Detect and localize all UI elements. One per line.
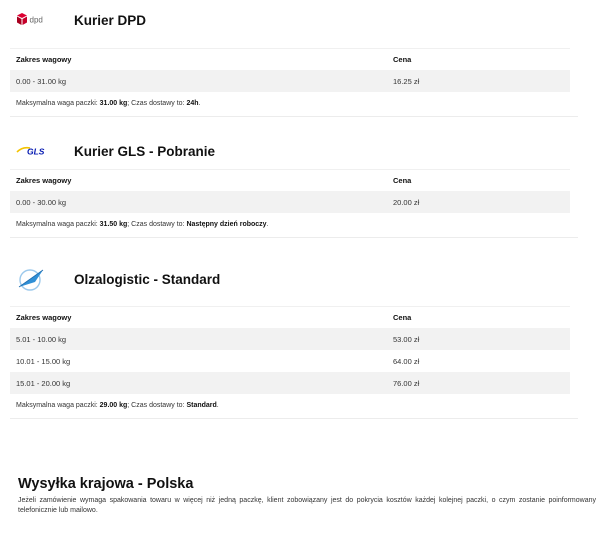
column-header-price: Cena	[387, 48, 570, 70]
max-weight-label: Maksymalna waga paczki:	[16, 402, 100, 409]
carrier-title: Olzalogistic - Standard	[74, 271, 221, 287]
gls-logo: GLS	[16, 136, 62, 166]
weight-range: 15.01 - 20.00 kg	[10, 372, 387, 394]
table-header-row: Zakres wagowy Cena	[10, 169, 570, 191]
max-weight-value: 31.50 kg	[99, 221, 128, 228]
price: 20.00 zł	[387, 191, 570, 213]
dpd-cube-icon: dpd	[17, 13, 43, 25]
carrier-header: GLS Kurier GLS - Pobranie	[10, 133, 578, 169]
section-description: Jeżeli zamówienie wymaga spakowania towa…	[18, 497, 596, 514]
delivery-time-label: ; Czas dostawy to:	[127, 402, 187, 409]
domestic-shipping-section: Wysyłka krajowa - Polska Jeżeli zamówien…	[18, 476, 596, 516]
table-row: 10.01 - 15.00 kg 64.00 zł	[10, 350, 570, 372]
carrier-dpd: dpd Kurier DPD Zakres wagowy Cena 0.00 -…	[10, 2, 578, 117]
gls-logo-text: GLS	[27, 147, 45, 157]
rates-table: Zakres wagowy Cena 5.01 - 10.00 kg 53.00…	[10, 306, 570, 394]
gls-logo-icon: GLS	[16, 147, 45, 157]
delivery-time-value: 24h	[186, 100, 199, 107]
max-weight-label: Maksymalna waga paczki:	[16, 221, 100, 228]
table-header-row: Zakres wagowy Cena	[10, 48, 570, 70]
rates-table: Zakres wagowy Cena 0.00 - 31.00 kg 16.25…	[10, 48, 570, 92]
column-header-price: Cena	[387, 306, 570, 328]
table-row: 0.00 - 30.00 kg 20.00 zł	[10, 191, 570, 213]
price: 64.00 zł	[393, 356, 420, 366]
table-header-row: Zakres wagowy Cena	[10, 306, 570, 328]
carrier-header: Olzalogistic - Standard	[10, 261, 578, 297]
max-weight-value: 31.00 kg	[99, 100, 128, 107]
price: 76.00 zł	[387, 372, 570, 394]
section-title: Wysyłka krajowa - Polska	[18, 476, 194, 492]
carrier-header: dpd Kurier DPD	[10, 2, 578, 38]
delivery-time-value: Następny dzień roboczy	[186, 221, 267, 228]
delivery-note: Maksymalna waga paczki: 31.50 kg; Czas d…	[10, 213, 578, 238]
carrier-olzalogistic: Olzalogistic - Standard Zakres wagowy Ce…	[10, 261, 578, 419]
note-end: .	[266, 221, 269, 228]
table-row: 5.01 - 10.00 kg 53.00 zł	[10, 328, 570, 350]
carrier-gls: GLS Kurier GLS - Pobranie Zakres wagowy …	[10, 133, 578, 238]
price: 53.00 zł	[387, 328, 570, 350]
column-header-range: Zakres wagowy	[10, 48, 387, 70]
delivery-time-label: ; Czas dostawy to:	[127, 221, 187, 228]
delivery-time-value: Standard	[186, 402, 217, 409]
shipping-page: dpd Kurier DPD Zakres wagowy Cena 0.00 -…	[0, 0, 600, 540]
delivery-time-label: ; Czas dostawy to:	[127, 100, 187, 107]
price: 16.25 zł	[387, 70, 570, 92]
table-row: 15.01 - 20.00 kg 76.00 zł	[10, 372, 570, 394]
dpd-logo: dpd	[16, 5, 62, 35]
column-header-range: Zakres wagowy	[10, 169, 387, 191]
note-end: .	[198, 100, 201, 107]
max-weight-value: 29.00 kg	[99, 402, 128, 409]
delivery-note: Maksymalna waga paczki: 31.00 kg; Czas d…	[10, 92, 578, 117]
olzalogistic-plane-icon	[18, 269, 44, 291]
weight-range: 5.01 - 10.00 kg	[10, 328, 387, 350]
delivery-note: Maksymalna waga paczki: 29.00 kg; Czas d…	[10, 394, 578, 419]
weight-range: 0.00 - 31.00 kg	[10, 70, 387, 92]
rates-table: Zakres wagowy Cena 0.00 - 30.00 kg 20.00…	[10, 169, 570, 213]
table-row: 0.00 - 31.00 kg 16.25 zł	[10, 70, 570, 92]
note-end: .	[216, 402, 219, 409]
column-header-range: Zakres wagowy	[10, 306, 387, 328]
olzalogistic-logo	[16, 264, 62, 294]
weight-range: 0.00 - 30.00 kg	[10, 191, 387, 213]
dpd-logo-text: dpd	[30, 16, 43, 25]
column-header-price: Cena	[387, 169, 570, 191]
weight-range: 10.01 - 15.00 kg	[16, 356, 71, 366]
carrier-title: Kurier DPD	[74, 12, 147, 28]
max-weight-label: Maksymalna waga paczki:	[16, 100, 100, 107]
carrier-title: Kurier GLS - Pobranie	[74, 143, 216, 159]
